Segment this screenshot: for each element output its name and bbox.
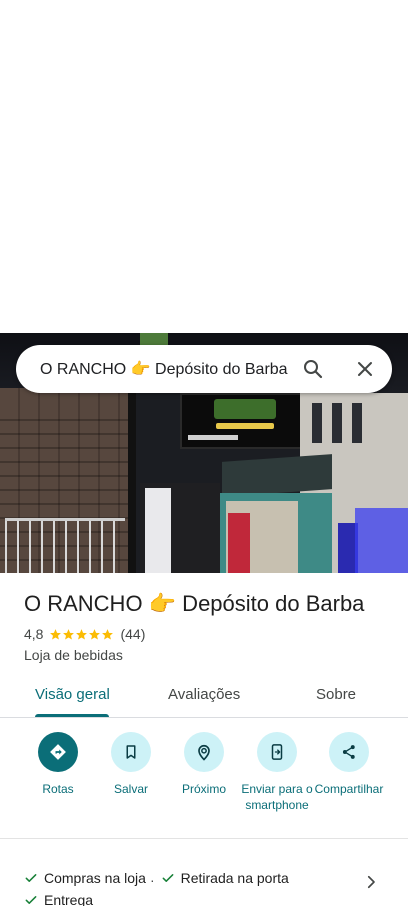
photo-sign-subtitle: [216, 423, 274, 429]
photo-fridge: [228, 513, 250, 573]
tab-about[interactable]: Sobre: [316, 686, 356, 703]
search-bar[interactable]: O RANCHO 👉 Depósito do Barba: [16, 345, 392, 393]
tab-indicator: [35, 714, 109, 717]
save-label: Salvar: [113, 782, 148, 796]
bookmark-icon: [111, 732, 151, 772]
check-icon: [162, 874, 174, 882]
check-icon: [25, 896, 37, 904]
star-rating: [49, 628, 114, 641]
tab-overview[interactable]: Visão geral: [35, 686, 110, 703]
search-input[interactable]: O RANCHO 👉 Depósito do Barba: [40, 359, 288, 379]
share-button[interactable]: Compartilhar: [309, 732, 389, 797]
feature-label: Entrega: [44, 892, 94, 906]
review-count[interactable]: (44): [120, 626, 145, 642]
star-icon: [76, 628, 88, 640]
blank-area: [0, 0, 408, 333]
tab-reviews[interactable]: Avaliações: [168, 686, 240, 703]
nearby-icon: [184, 732, 224, 772]
star-icon: [50, 628, 62, 640]
star-icon: [89, 628, 101, 640]
feature-item: Compras na loja: [24, 868, 146, 888]
nearby-label: Próximo: [181, 782, 226, 796]
feature-item: Entrega: [24, 890, 93, 906]
star-icon: [63, 628, 75, 640]
rating-row[interactable]: 4,8 (44): [24, 626, 145, 642]
directions-icon: [38, 732, 78, 772]
send-to-phone-icon: [257, 732, 297, 772]
directions-label: Rotas: [42, 782, 74, 796]
feature-label: Compras na loja: [44, 870, 146, 886]
service-options[interactable]: Compras na loja · Retirada na porta Entr…: [24, 868, 344, 906]
chevron-right-icon[interactable]: [362, 873, 380, 891]
save-button[interactable]: Salvar: [91, 732, 171, 797]
photo-light: [355, 508, 408, 573]
section-divider: [0, 838, 408, 839]
star-icon: [102, 628, 114, 640]
rating-value: 4,8: [24, 626, 44, 642]
feature-label: Retirada na porta: [180, 870, 289, 886]
feature-separator: ·: [149, 872, 155, 888]
feature-item: Retirada na porta: [161, 868, 289, 888]
photo-door-light: [145, 488, 171, 573]
share-icon: [329, 732, 369, 772]
check-icon: [25, 874, 37, 882]
photo-window: [312, 403, 322, 443]
close-icon[interactable]: [353, 357, 377, 381]
photo-railing: [5, 518, 125, 573]
photo-pole: [128, 388, 136, 573]
share-label: Compartilhar: [314, 782, 384, 796]
search-icon[interactable]: [301, 357, 325, 381]
photo-window: [352, 403, 362, 443]
nearby-button[interactable]: Próximo: [164, 732, 244, 797]
photo-sign-phone: [188, 435, 238, 440]
place-title: O RANCHO 👉 Depósito do Barba: [24, 591, 365, 616]
photo-window: [332, 403, 342, 443]
directions-button[interactable]: Rotas: [18, 732, 98, 797]
tab-bar: Visão geral Avaliações Sobre: [0, 674, 408, 718]
place-category: Loja de bebidas: [24, 647, 123, 663]
send-to-phone-button[interactable]: Enviar para o smartphone: [237, 732, 317, 813]
photo-sign-logo: [214, 399, 276, 419]
send-to-phone-label: Enviar para o smartphone: [241, 782, 313, 812]
